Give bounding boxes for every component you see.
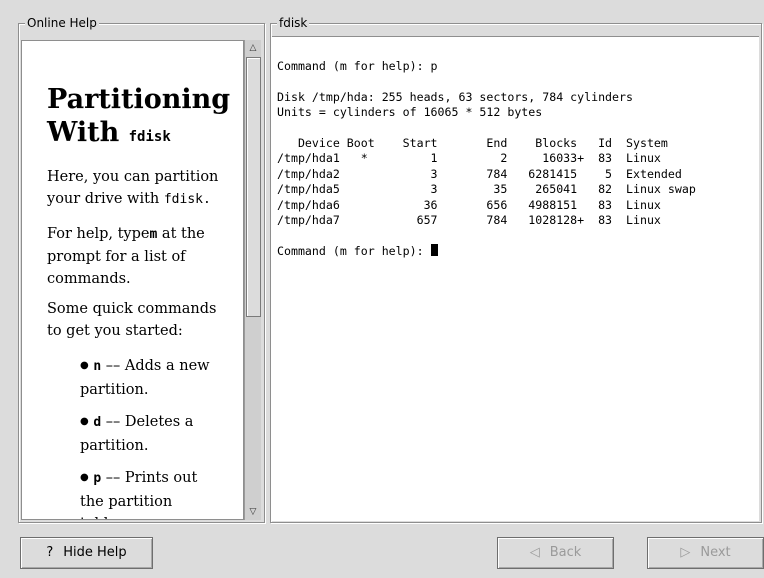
bullet-icon: ● <box>80 360 89 371</box>
help-para-quick: Some quick commands to get you started: <box>47 301 217 339</box>
hide-help-label: Hide Help <box>63 545 127 560</box>
help-heading: Partitioning With fdisk <box>47 83 230 154</box>
help-list-key: n <box>93 359 102 374</box>
help-para-intro: Here, you can partition your drive with … <box>47 166 227 211</box>
help-heading-cmd: fdisk <box>128 129 171 145</box>
help-list-item: ● n –– Adds a new partition. <box>80 355 215 401</box>
help-para-help-before: For help, type <box>47 226 150 242</box>
terminal-output: Command (m for help): p Disk /tmp/hda: 2… <box>277 59 696 258</box>
right-arrow-icon: ▷ <box>680 545 691 560</box>
next-label: Next <box>700 545 731 560</box>
help-heading-line1: Partitioning <box>47 84 231 115</box>
help-heading-line2: With <box>47 117 120 148</box>
help-list-key: p <box>93 471 102 486</box>
bullet-icon: ● <box>80 472 89 483</box>
help-para-help: For help, typem at the prompt for a list… <box>47 223 212 290</box>
hide-help-button[interactable]: ? Hide Help <box>20 537 153 569</box>
help-para-help-key: m <box>149 227 158 242</box>
scroll-thumb[interactable] <box>246 57 261 317</box>
back-button[interactable]: ◁ Back <box>497 537 614 569</box>
back-label: Back <box>549 545 582 560</box>
terminal-cursor <box>430 243 438 256</box>
help-list-key: d <box>93 415 102 430</box>
left-arrow-icon: ◁ <box>529 545 540 560</box>
fdisk-terminal[interactable]: Command (m for help): p Disk /tmp/hda: 2… <box>272 36 759 521</box>
help-content: Partitioning With fdisk Here, you can pa… <box>21 40 244 520</box>
bullet-icon: ● <box>80 416 89 427</box>
question-icon: ? <box>46 545 54 560</box>
help-list-item: ● p –– Prints out the partition table. <box>80 467 210 519</box>
fdisk-title: fdisk <box>277 15 310 31</box>
next-button[interactable]: ▷ Next <box>647 537 764 569</box>
fdisk-panel: fdisk Command (m for help): p Disk /tmp/… <box>270 15 762 523</box>
help-scrollbar[interactable]: △ ▽ <box>244 40 261 520</box>
help-para-intro-cmd: fdisk. <box>163 192 211 207</box>
help-list-item: ● d –– Deletes a partition. <box>80 411 205 457</box>
online-help-panel: Online Help Partitioning With fdisk Here… <box>18 15 265 523</box>
scroll-up-icon[interactable]: △ <box>246 41 260 55</box>
scroll-down-icon[interactable]: ▽ <box>246 505 260 519</box>
online-help-title: Online Help <box>25 15 99 31</box>
